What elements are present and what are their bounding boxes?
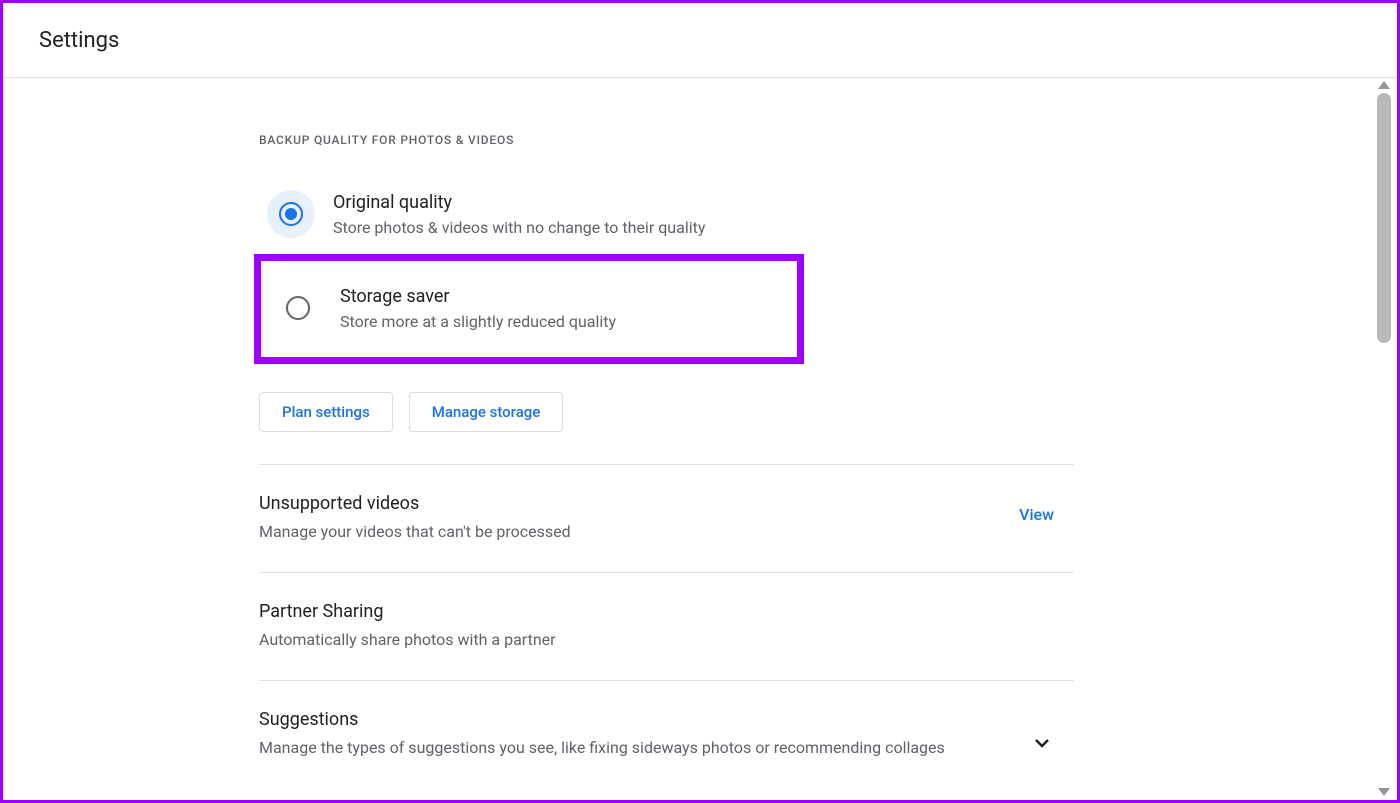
setting-description: Manage the types of suggestions you see,… (259, 736, 990, 760)
radio-button-unselected[interactable] (274, 284, 322, 332)
radio-title: Original quality (333, 192, 705, 213)
radio-option-original-quality[interactable]: Original quality Store photos & videos w… (259, 175, 1074, 254)
manage-storage-button[interactable]: Manage storage (409, 392, 564, 432)
setting-text: Partner Sharing Automatically share phot… (259, 601, 1074, 652)
radio-description: Store photos & videos with no change to … (333, 217, 705, 239)
setting-text: Suggestions Manage the types of suggesti… (259, 709, 1030, 760)
backup-quality-section-label: BACKUP QUALITY FOR PHOTOS & VIDEOS (259, 133, 1074, 147)
settings-scroll-area: BACKUP QUALITY FOR PHOTOS & VIDEOS Origi… (3, 78, 1372, 800)
plan-settings-button[interactable]: Plan settings (259, 392, 393, 432)
radio-description: Store more at a slightly reduced quality (340, 311, 616, 333)
scrollbar[interactable] (1374, 81, 1394, 796)
scroll-up-icon[interactable] (1378, 81, 1390, 89)
setting-text: Unsupported videos Manage your videos th… (259, 493, 1019, 544)
view-link[interactable]: View (1019, 505, 1054, 524)
radio-text-original: Original quality Store photos & videos w… (333, 190, 705, 239)
setting-title: Unsupported videos (259, 493, 979, 514)
setting-row-partner-sharing[interactable]: Partner Sharing Automatically share phot… (259, 573, 1074, 680)
setting-title: Partner Sharing (259, 601, 1034, 622)
setting-description: Automatically share photos with a partne… (259, 628, 1034, 652)
settings-header: Settings (3, 3, 1397, 78)
radio-text-storage-saver: Storage saver Store more at a slightly r… (340, 284, 616, 333)
setting-row-suggestions[interactable]: Suggestions Manage the types of suggesti… (259, 681, 1074, 788)
radio-button-selected[interactable] (267, 190, 315, 238)
scrollbar-thumb[interactable] (1377, 93, 1391, 343)
button-row: Plan settings Manage storage (259, 392, 1074, 432)
setting-description: Manage your videos that can't be process… (259, 520, 979, 544)
setting-row-unsupported-videos[interactable]: Unsupported videos Manage your videos th… (259, 465, 1074, 572)
settings-content: BACKUP QUALITY FOR PHOTOS & VIDEOS Origi… (259, 78, 1074, 788)
radio-option-storage-saver[interactable]: Storage saver Store more at a slightly r… (254, 254, 804, 363)
radio-title: Storage saver (340, 286, 616, 307)
scroll-down-icon[interactable] (1378, 788, 1390, 796)
setting-title: Suggestions (259, 709, 990, 730)
chevron-down-icon[interactable] (1030, 731, 1054, 759)
page-title: Settings (39, 28, 119, 53)
